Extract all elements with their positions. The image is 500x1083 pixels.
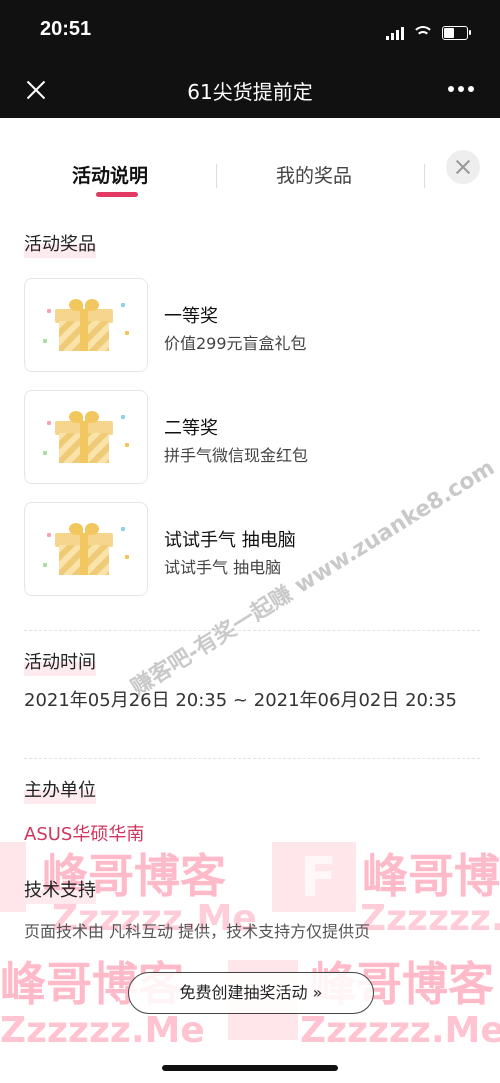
tech-support-text: 页面技术由 凡科互动 提供，技术支持方仅提供页 xyxy=(24,922,371,941)
gift-icon xyxy=(55,523,113,575)
create-lottery-button[interactable]: 免费创建抽奖活动 » xyxy=(128,972,374,1014)
more-icon[interactable] xyxy=(448,86,474,92)
tab-activity-info[interactable]: 活动说明 xyxy=(72,161,148,188)
watermark-brand: 峰哥博客 xyxy=(362,849,500,903)
section-title-prizes: 活动奖品 xyxy=(24,230,96,258)
status-icons xyxy=(386,24,471,42)
signal-icon xyxy=(386,26,404,40)
home-indicator xyxy=(162,1065,338,1071)
panel-close-button[interactable] xyxy=(446,150,480,184)
prize-image xyxy=(24,278,148,372)
active-tab-indicator xyxy=(96,192,138,197)
watermark-site: Zzzzzz.Me xyxy=(0,1010,205,1051)
section-title-time: 活动时间 xyxy=(24,648,96,676)
watermark-site: Zzzzzz.Me xyxy=(300,1010,500,1051)
prize-desc: 价值299元盲盒礼包 xyxy=(164,334,307,353)
section-title-organizer: 主办单位 xyxy=(24,776,96,804)
status-time: 20:51 xyxy=(40,18,92,40)
divider xyxy=(24,630,480,631)
prize-image xyxy=(24,390,148,484)
tab-my-prizes[interactable]: 我的奖品 xyxy=(276,161,352,188)
prize-image xyxy=(24,502,148,596)
prize-desc: 试试手气 抽电脑 xyxy=(164,558,282,577)
divider xyxy=(24,758,480,759)
nav-bar: 61尖货提前定 xyxy=(0,62,500,118)
tab-bar: 活动说明 我的奖品 xyxy=(0,150,500,200)
activity-time: 2021年05月26日 20:35 ~ 2021年06月02日 20:35 xyxy=(24,690,457,711)
prize-name: 一等奖 xyxy=(164,306,218,327)
status-bar: 20:51 xyxy=(0,0,500,62)
watermark-site: Zzzzzz.Me xyxy=(360,898,500,939)
gift-icon xyxy=(55,299,113,351)
battery-icon xyxy=(442,26,471,40)
gift-icon xyxy=(55,411,113,463)
prize-desc: 拼手气微信现金红包 xyxy=(164,446,309,465)
page-title: 61尖货提前定 xyxy=(187,80,313,104)
watermark-block xyxy=(272,842,356,912)
tab-divider xyxy=(216,164,217,188)
prize-name: 二等奖 xyxy=(164,418,218,439)
organizer-name: ASUS华硕华南 xyxy=(24,824,145,845)
prize-name: 试试手气 抽电脑 xyxy=(164,530,296,551)
watermark-block xyxy=(0,842,26,912)
section-title-tech: 技术支持 xyxy=(24,876,96,904)
wifi-icon xyxy=(414,26,432,40)
tab-divider xyxy=(424,164,425,188)
